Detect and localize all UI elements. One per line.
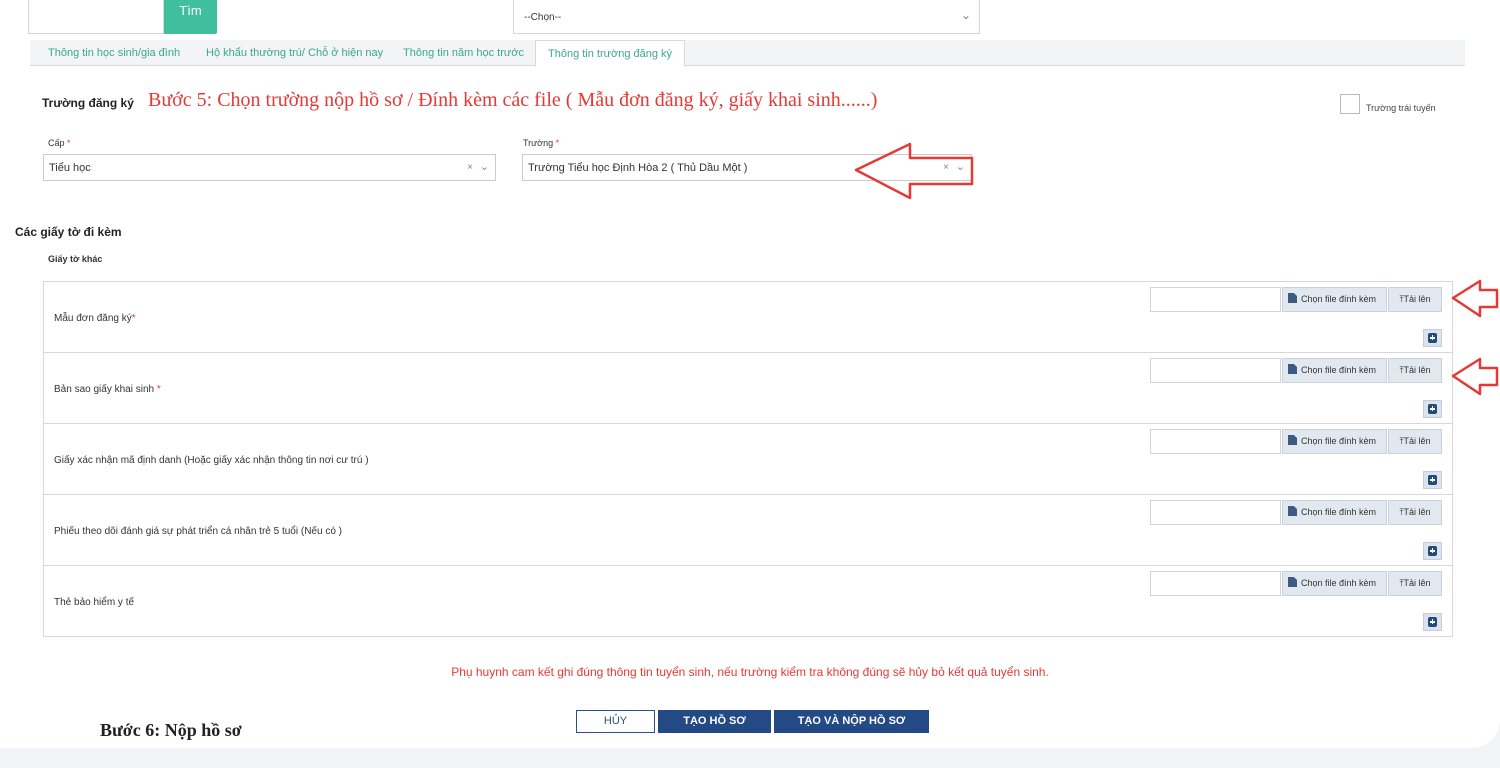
arrow-upload-1-icon: [1451, 279, 1499, 318]
arrow-school-icon: [854, 142, 974, 200]
annotation-arrows: [854, 142, 1499, 396]
arrow-upload-2-icon: [1451, 357, 1499, 396]
registration-card: Tìm --Chọn-- ⌄ Thông tin học sinh/gia đì…: [0, 0, 1500, 748]
